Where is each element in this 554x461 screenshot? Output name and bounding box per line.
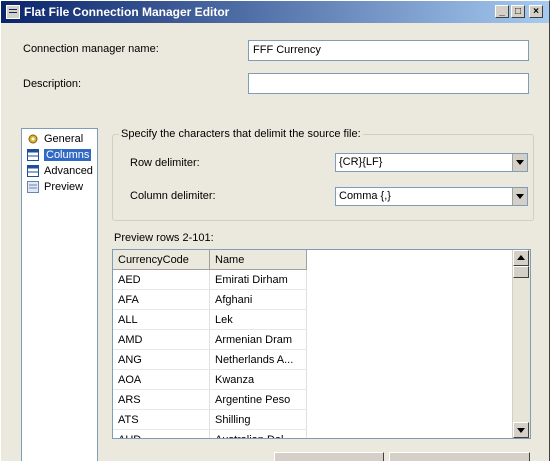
- currency-name-cell[interactable]: Australian Dol...: [209, 429, 307, 438]
- row-delimiter-label: Row delimiter:: [130, 157, 200, 169]
- currency-code-cell[interactable]: ARS: [113, 389, 210, 410]
- table-row[interactable]: ATS Shilling: [113, 409, 307, 430]
- vertical-scrollbar[interactable]: [512, 250, 530, 438]
- table-row[interactable]: AUDAustralian Dol...: [113, 429, 307, 438]
- grid-header-row: CurrencyCode Name: [113, 250, 307, 270]
- grid-icon: [27, 149, 39, 161]
- column-delimiter-value: Comma {,}: [339, 190, 391, 202]
- cancel-button[interactable]: [389, 452, 530, 461]
- window-title: Flat File Connection Manager Editor: [24, 5, 230, 19]
- currency-code-cell[interactable]: AUD: [113, 429, 210, 438]
- description-input[interactable]: [248, 73, 529, 94]
- currency-code-cell[interactable]: AFA: [113, 289, 210, 310]
- title-bar[interactable]: Flat File Connection Manager Editor _ □ …: [1, 1, 549, 23]
- currency-name-cell[interactable]: Argentine Peso: [209, 389, 307, 410]
- currency-name-cell[interactable]: Afghani: [209, 289, 307, 310]
- nav-item-preview[interactable]: Preview: [26, 180, 83, 195]
- nav-item-label: Columns: [44, 149, 92, 161]
- nav-item-label: Preview: [44, 181, 84, 193]
- table-row[interactable]: AED Emirati Dirham: [113, 269, 307, 290]
- ok-button[interactable]: [274, 452, 384, 461]
- scroll-down-button[interactable]: [513, 422, 529, 438]
- delimiter-group-label: Specify the characters that delimit the …: [119, 128, 363, 140]
- currency-name-cell[interactable]: Kwanza: [209, 369, 307, 390]
- delimiter-group: [112, 134, 534, 221]
- chevron-down-icon[interactable]: [512, 188, 527, 205]
- currency-code-cell[interactable]: AOA: [113, 369, 210, 390]
- column-header[interactable]: Name: [209, 250, 307, 270]
- nav-item-label: Advanced: [44, 165, 93, 177]
- table-row[interactable]: AMD Armenian Dram: [113, 329, 307, 350]
- row-delimiter-dropdown[interactable]: {CR}{LF}: [335, 153, 528, 172]
- currency-code-cell[interactable]: AED: [113, 269, 210, 290]
- preview-rows-label: Preview rows 2-101:: [114, 232, 214, 244]
- table-row[interactable]: ALL Lek: [113, 309, 307, 330]
- connection-name-input[interactable]: FFF Currency: [248, 40, 529, 61]
- row-delimiter-value: {CR}{LF}: [339, 156, 383, 168]
- page-navigator: General Columns Advanced Preview: [21, 128, 98, 461]
- scroll-thumb[interactable]: [513, 266, 529, 278]
- scroll-up-button[interactable]: [513, 250, 529, 266]
- nav-item-label: General: [44, 133, 84, 145]
- currency-name-cell[interactable]: Lek: [209, 309, 307, 330]
- app-icon: [6, 5, 20, 19]
- close-button[interactable]: ×: [529, 5, 543, 18]
- currency-code-cell[interactable]: ATS: [113, 409, 210, 430]
- table-row[interactable]: AOA Kwanza: [113, 369, 307, 390]
- grid-icon: [27, 165, 39, 177]
- table-row[interactable]: ARS Argentine Peso: [113, 389, 307, 410]
- minimize-button[interactable]: _: [495, 5, 509, 18]
- maximize-button[interactable]: □: [511, 5, 525, 18]
- preview-grid[interactable]: CurrencyCode Name AED Emirati Dirham AFA Af…: [112, 249, 531, 439]
- currency-code-cell[interactable]: AMD: [113, 329, 210, 350]
- nav-item-advanced[interactable]: Advanced: [26, 164, 93, 179]
- gear-icon: [28, 134, 38, 144]
- currency-code-cell[interactable]: ANG: [113, 349, 210, 370]
- currency-name-cell[interactable]: Emirati Dirham: [209, 269, 307, 290]
- currency-name-cell[interactable]: Armenian Dram: [209, 329, 307, 350]
- currency-code-cell[interactable]: ALL: [113, 309, 210, 330]
- table-row[interactable]: ANG Netherlands A...: [113, 349, 307, 370]
- column-delimiter-label: Column delimiter:: [130, 190, 216, 202]
- nav-item-columns[interactable]: Columns: [26, 148, 92, 163]
- connection-name-label: Connection manager name:: [23, 43, 159, 55]
- chevron-down-icon[interactable]: [512, 154, 527, 171]
- nav-item-general[interactable]: General: [26, 132, 83, 147]
- description-label: Description:: [23, 78, 82, 90]
- currency-name-cell[interactable]: Shilling: [209, 409, 307, 430]
- table-row[interactable]: AFA Afghani: [113, 289, 307, 310]
- column-header[interactable]: CurrencyCode: [113, 250, 210, 270]
- currency-name-cell[interactable]: Netherlands A...: [209, 349, 307, 370]
- dialog-window: Flat File Connection Manager Editor _ □ …: [0, 0, 550, 461]
- preview-icon: [27, 181, 39, 193]
- column-delimiter-dropdown[interactable]: Comma {,}: [335, 187, 528, 206]
